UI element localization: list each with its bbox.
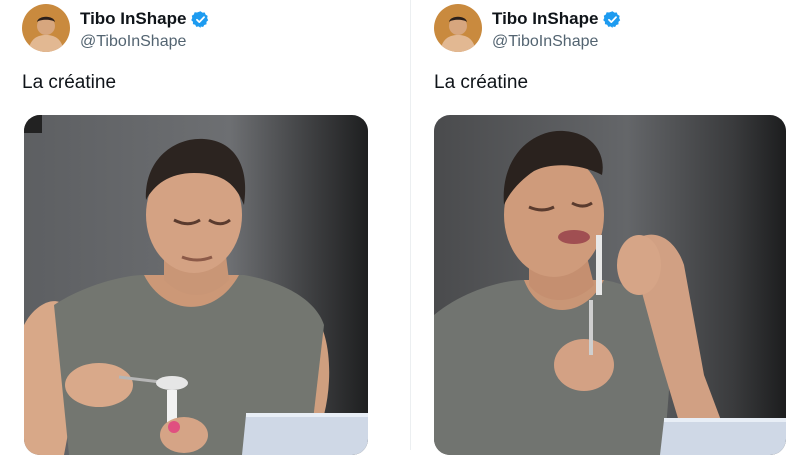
tweet-photo[interactable]: [434, 115, 786, 455]
author-handle[interactable]: @TiboInShape: [492, 33, 622, 51]
author-name[interactable]: Tibo InShape: [492, 9, 598, 29]
verified-badge-icon: [603, 10, 622, 29]
author-avatar[interactable]: [22, 4, 70, 52]
author-avatar[interactable]: [434, 4, 482, 52]
column-divider: [410, 0, 411, 450]
author-name[interactable]: Tibo InShape: [80, 9, 186, 29]
tweet-text: La créatine: [434, 72, 529, 93]
tweet-card-left[interactable]: Tibo InShape @TiboInShape La créatine: [22, 0, 392, 455]
tweet-text: La créatine: [22, 72, 117, 93]
tweet-header: Tibo InShape @TiboInShape: [22, 4, 382, 52]
verified-badge-icon: [191, 10, 210, 29]
author-handle[interactable]: @TiboInShape: [80, 33, 210, 51]
tweet-card-right[interactable]: Tibo InShape @TiboInShape La créatine: [434, 0, 800, 455]
tweet-photo[interactable]: [24, 115, 368, 455]
tweet-header: Tibo InShape @TiboInShape: [434, 4, 794, 52]
